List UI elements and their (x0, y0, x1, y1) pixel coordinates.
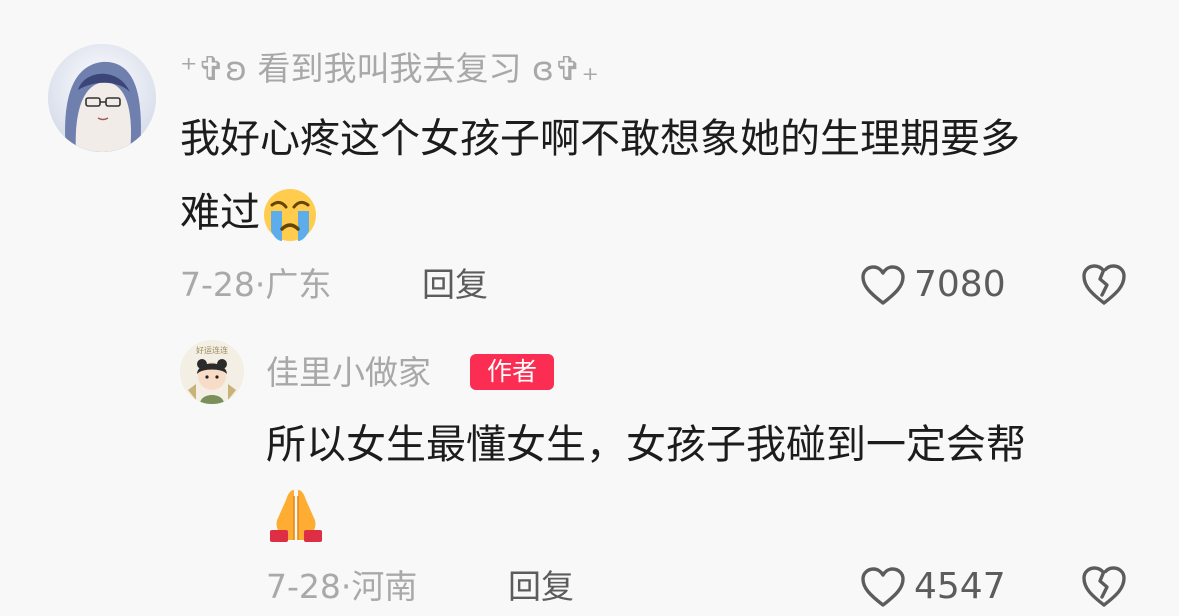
avatar[interactable] (48, 44, 156, 152)
avatar[interactable]: 好运连连 (180, 340, 244, 404)
comment-text-line (266, 484, 326, 542)
broken-heart-icon (1082, 264, 1126, 305)
comment-item: ⁺✞ʚ 看到我叫我去复习 ɞ✞₊ 我好心疼这个女孩子啊不敢想象她的生理期要多 难… (0, 0, 1179, 320)
heart-icon (861, 567, 905, 607)
dislike-button[interactable] (1080, 262, 1128, 308)
meta-separator: · (254, 265, 266, 304)
comment-author[interactable]: ⁺✞ʚ 看到我叫我去复习 ɞ✞₊ (180, 52, 599, 85)
folded-hands-icon (270, 490, 322, 542)
comment-meta: 7-28·广东 (180, 268, 331, 301)
dislike-button[interactable] (1080, 564, 1128, 610)
comment-text-line: 所以女生最懂女生，女孩子我碰到一定会帮 (266, 422, 1026, 468)
comment-text-line: 难过 (180, 176, 318, 250)
heart-icon (861, 265, 905, 305)
broken-heart-icon (1082, 566, 1126, 607)
comment-date: 7-28 (266, 567, 341, 606)
comment-meta: 7-28·河南 (266, 570, 417, 603)
comment-text: 难过 (180, 190, 260, 236)
comment-date: 7-28 (180, 265, 255, 304)
avatar-image: 好运连连 (180, 340, 244, 404)
like-count: 4547 (914, 566, 1006, 607)
svg-text:好运连连: 好运连连 (196, 345, 228, 355)
author-badge: 作者 (470, 354, 554, 390)
meta-separator: · (340, 567, 352, 606)
reply-button[interactable]: 回复 (422, 268, 488, 301)
avatar-image (48, 44, 156, 152)
like-count: 7080 (914, 264, 1006, 305)
like-button[interactable]: 4547 (860, 562, 1006, 612)
reply-comment-item: 好运连连 佳里小做家 作者 所以女生最懂女生，女孩子我碰到一定会帮 7-28·河… (0, 320, 1179, 616)
comment-author[interactable]: 佳里小做家 (266, 356, 431, 389)
reply-button[interactable]: 回复 (508, 570, 574, 603)
comment-text-line: 我好心疼这个女孩子啊不敢想象她的生理期要多 (180, 116, 1020, 162)
comment-location: 广东 (265, 265, 332, 304)
crying-face-icon (264, 189, 316, 241)
like-button[interactable]: 7080 (860, 260, 1006, 310)
comment-location: 河南 (351, 567, 418, 606)
